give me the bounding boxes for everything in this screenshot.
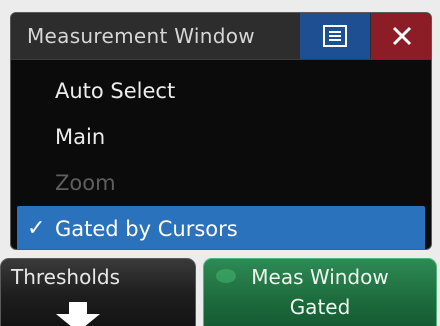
menu-button[interactable] xyxy=(300,13,370,59)
popup-title: Measurement Window xyxy=(27,24,255,48)
screen: Measurement Window Auto Select Main Zoom… xyxy=(0,0,440,326)
option-label: Zoom xyxy=(55,171,116,195)
meas-window-softkey[interactable]: Meas Window Gated xyxy=(203,258,437,326)
down-arrow-icon xyxy=(56,302,100,326)
popup-titlebar: Measurement Window xyxy=(11,13,431,60)
option-main[interactable]: Main xyxy=(11,114,431,160)
checkmark-icon: ✓ xyxy=(27,216,46,241)
option-auto-select[interactable]: Auto Select xyxy=(11,68,431,114)
thresholds-label: Thresholds xyxy=(11,265,120,289)
option-zoom: Zoom xyxy=(11,160,431,206)
option-gated-by-cursors[interactable]: ✓ Gated by Cursors xyxy=(17,206,425,249)
thresholds-softkey[interactable]: Thresholds xyxy=(0,258,196,326)
menu-icon xyxy=(323,25,347,47)
meas-window-value: Gated xyxy=(289,295,351,319)
close-button[interactable] xyxy=(371,13,431,59)
window-options-list: Auto Select Main Zoom ✓ Gated by Cursors xyxy=(11,68,431,249)
close-icon xyxy=(392,26,412,46)
option-label: Main xyxy=(55,125,106,149)
option-label: Auto Select xyxy=(55,79,176,103)
option-label: Gated by Cursors xyxy=(55,217,238,241)
measurement-window-popup: Measurement Window Auto Select Main Zoom… xyxy=(10,12,432,250)
meas-window-label: Meas Window xyxy=(251,265,389,289)
